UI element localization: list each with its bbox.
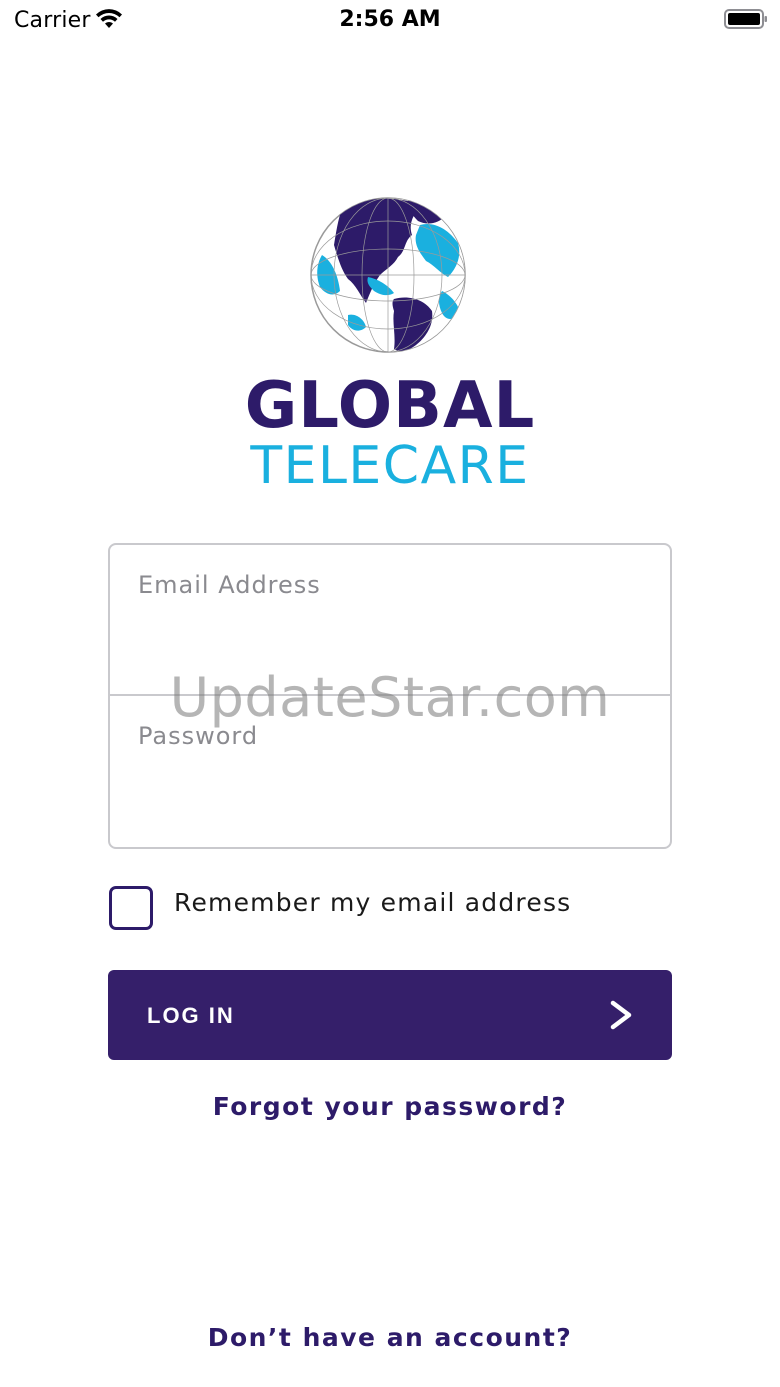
brand-name-global: GLOBAL	[244, 369, 536, 443]
brand-name-telecare: TELECARE	[250, 436, 530, 496]
forgot-password-link[interactable]: Forgot your password?	[0, 1092, 780, 1121]
email-field-container[interactable]	[110, 545, 670, 696]
login-button-label: LOG IN	[147, 1003, 235, 1028]
password-field[interactable]	[138, 716, 638, 756]
login-form	[108, 543, 672, 849]
status-bar: Carrier 2:56 AM	[0, 0, 780, 40]
battery-icon	[724, 9, 767, 29]
password-field-container[interactable]	[110, 696, 670, 847]
globe-logo-icon	[310, 197, 466, 353]
no-account-link[interactable]: Don’t have an account?	[0, 1323, 780, 1352]
chevron-right-icon	[610, 1000, 632, 1030]
login-button[interactable]: LOG IN	[108, 970, 672, 1060]
email-field[interactable]	[138, 565, 638, 605]
remember-email-label[interactable]: Remember my email address	[174, 888, 571, 917]
remember-email-checkbox[interactable]	[109, 886, 153, 930]
clock: 2:56 AM	[339, 7, 441, 32]
